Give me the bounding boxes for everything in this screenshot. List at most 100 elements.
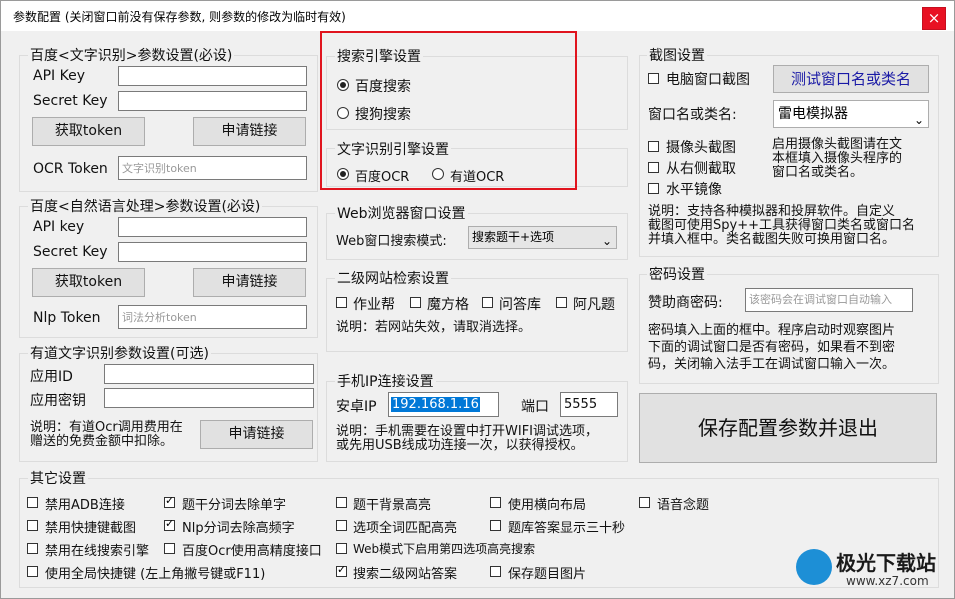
nlp-token-input[interactable]: 词法分析token: [118, 305, 307, 329]
option-checkbox[interactable]: [490, 520, 501, 531]
option-label: 禁用快捷键截图: [45, 521, 137, 536]
option-checkbox[interactable]: [164, 543, 175, 554]
option-checkbox[interactable]: [336, 497, 347, 508]
screenshot-note: 说明：支持各种模拟器和投屏软件。自定义 截图可使用Spy++工具获得窗口类名或窗…: [648, 205, 915, 247]
window-name-select[interactable]: 雷电模拟器 ⌄: [773, 100, 929, 128]
screenshot-note-line1: 说明：支持各种模拟器和投屏软件。自定义: [648, 204, 896, 219]
option-label: 百度Ocr使用高精度接口: [182, 544, 322, 559]
watermark-url: www.xz7.com: [846, 574, 929, 588]
mirror-checkbox[interactable]: [648, 183, 659, 194]
option-checkbox[interactable]: [490, 497, 501, 508]
site-label-afanti: 阿凡题: [573, 297, 615, 313]
right-side-label: 从右侧截取: [666, 161, 736, 177]
site-checkbox-wendaku[interactable]: [482, 297, 493, 308]
ocr-token-input[interactable]: 文字识别token: [118, 156, 307, 180]
option-label: 选项全词匹配高亮: [353, 521, 458, 536]
android-ip-value: 192.168.1.16: [391, 397, 480, 412]
ocr-token-label: OCR Token: [33, 161, 108, 177]
secondary-sites-note: 说明：若网站失效，请取消选择。: [336, 320, 532, 335]
option-checkbox[interactable]: [490, 566, 501, 577]
sponsor-password-input[interactable]: 该密码会在调试窗口自动输入: [745, 288, 913, 312]
screenshot-title: 截图设置: [647, 45, 707, 65]
phone-ip-note: 说明：手机需要在设置中打开WIFI调试选项， 或先用USB线成功连接一次，以获得…: [336, 425, 598, 453]
option-label: 语音念题: [657, 498, 710, 513]
title-bar: 参数配置 (关闭窗口前没有保存参数, 则参数的修改为临时有效) ×: [1, 1, 954, 31]
baidu-ocr-api-key-label: API Key: [33, 68, 85, 84]
site-checkbox-zuoyebang[interactable]: [336, 297, 347, 308]
option-checkbox[interactable]: [27, 497, 38, 508]
web-mode-select[interactable]: 搜索题干+选项 ⌄: [468, 226, 617, 249]
site-label-wendaku: 问答库: [499, 297, 541, 313]
password-note-line1: 密码填入上面的框中。程序启动时观察图片: [648, 323, 896, 338]
youdao-app-key-input[interactable]: [104, 388, 314, 408]
save-and-exit-button[interactable]: 保存配置参数并退出: [639, 393, 937, 463]
web-browser-title: Web浏览器窗口设置: [335, 203, 468, 223]
highlight-box: [320, 31, 577, 190]
baidu-ocr-secret-key-label: Secret Key: [33, 93, 108, 109]
youdao-app-key-label: 应用密钥: [30, 393, 86, 409]
secondary-sites-title: 二级网站检索设置: [335, 268, 451, 288]
youdao-note-line2: 赠送的免费金额中扣除。: [30, 434, 174, 449]
option-label: 使用全局快捷键 (左上角撇号键或F11): [45, 567, 266, 582]
youdao-note: 说明：有道Ocr调用费用在 赠送的免费金额中扣除。: [30, 421, 195, 449]
baidu-nlp-secret-key-label: Secret Key: [33, 244, 108, 260]
site-checkbox-mofangge[interactable]: [410, 297, 421, 308]
baidu-ocr-apply-link-button[interactable]: 申请链接: [193, 117, 306, 146]
option-checkbox[interactable]: [639, 497, 650, 508]
test-window-button[interactable]: 测试窗口名或类名: [773, 65, 929, 93]
right-side-checkbox[interactable]: [648, 162, 659, 173]
chevron-down-icon: ⌄: [913, 113, 924, 127]
baidu-ocr-title: 百度<文字识别>参数设置(必设): [28, 45, 235, 65]
web-mode-value: 搜索题干+选项: [472, 230, 555, 244]
baidu-ocr-secret-key-input[interactable]: [118, 91, 307, 111]
option-checkbox[interactable]: [164, 517, 175, 531]
chevron-down-icon: ⌄: [601, 234, 612, 248]
port-label: 端口: [521, 399, 549, 415]
web-mode-label: Web窗口搜索模式:: [336, 234, 447, 249]
option-label: 题库答案显示三十秒: [508, 521, 626, 536]
youdao-app-id-input[interactable]: [104, 364, 314, 384]
baidu-nlp-api-key-input[interactable]: [118, 217, 307, 237]
site-label-mofangge: 魔方格: [427, 297, 469, 313]
watermark-icon: [796, 549, 832, 585]
camera-checkbox[interactable]: [648, 141, 659, 152]
baidu-ocr-get-token-button[interactable]: 获取token: [32, 117, 145, 146]
option-checkbox[interactable]: [27, 566, 38, 577]
baidu-nlp-secret-key-input[interactable]: [118, 242, 307, 262]
option-checkbox[interactable]: [336, 520, 347, 531]
option-checkbox[interactable]: [336, 563, 347, 577]
option-checkbox[interactable]: [164, 494, 175, 508]
port-input[interactable]: 5555: [560, 392, 618, 417]
baidu-nlp-apply-link-button[interactable]: 申请链接: [193, 268, 306, 297]
phone-ip-note-line2: 或先用USB线成功连接一次，以获得授权。: [336, 438, 584, 453]
youdao-apply-link-button[interactable]: 申请链接: [200, 420, 313, 449]
window-name-label: 窗口名或类名:: [648, 107, 737, 123]
android-ip-input[interactable]: 192.168.1.16: [388, 392, 499, 417]
camera-note: 启用摄像头截图请在文 本框填入摄像头程序的 窗口名或类名。: [772, 138, 902, 180]
nlp-token-label: Nlp Token: [33, 310, 101, 326]
option-checkbox[interactable]: [27, 543, 38, 554]
close-icon: ×: [927, 9, 941, 27]
sponsor-password-label: 赞助商密码:: [648, 295, 723, 311]
option-label: 禁用在线搜索引擎: [45, 544, 150, 559]
watermark-logo: 极光下载站 www.xz7.com: [796, 545, 946, 593]
site-label-zuoyebang: 作业帮: [353, 297, 395, 313]
screenshot-note-line2: 截图可使用Spy++工具获得窗口类名或窗口名: [648, 218, 915, 233]
camera-label: 摄像头截图: [666, 140, 736, 156]
youdao-title: 有道文字识别参数设置(可选): [28, 343, 211, 363]
android-ip-label: 安卓IP: [336, 399, 377, 415]
option-label: Web模式下启用第四选项高亮搜索: [353, 542, 536, 556]
option-checkbox[interactable]: [27, 520, 38, 531]
pc-window-label: 电脑窗口截图: [666, 72, 750, 88]
secondary-sites-group: [326, 278, 628, 352]
site-checkbox-afanti[interactable]: [556, 297, 567, 308]
other-settings-title: 其它设置: [28, 468, 88, 488]
baidu-nlp-get-token-button[interactable]: 获取token: [32, 268, 145, 297]
close-button[interactable]: ×: [922, 7, 946, 30]
baidu-ocr-api-key-input[interactable]: [118, 66, 307, 86]
password-note-line3: 码，关闭输入法手工在调试窗口输入一次。: [648, 357, 896, 372]
window-name-value: 雷电模拟器: [778, 106, 848, 122]
pc-window-checkbox[interactable]: [648, 73, 659, 84]
option-label: 题干背景高亮: [353, 498, 432, 513]
option-checkbox[interactable]: [336, 543, 347, 554]
